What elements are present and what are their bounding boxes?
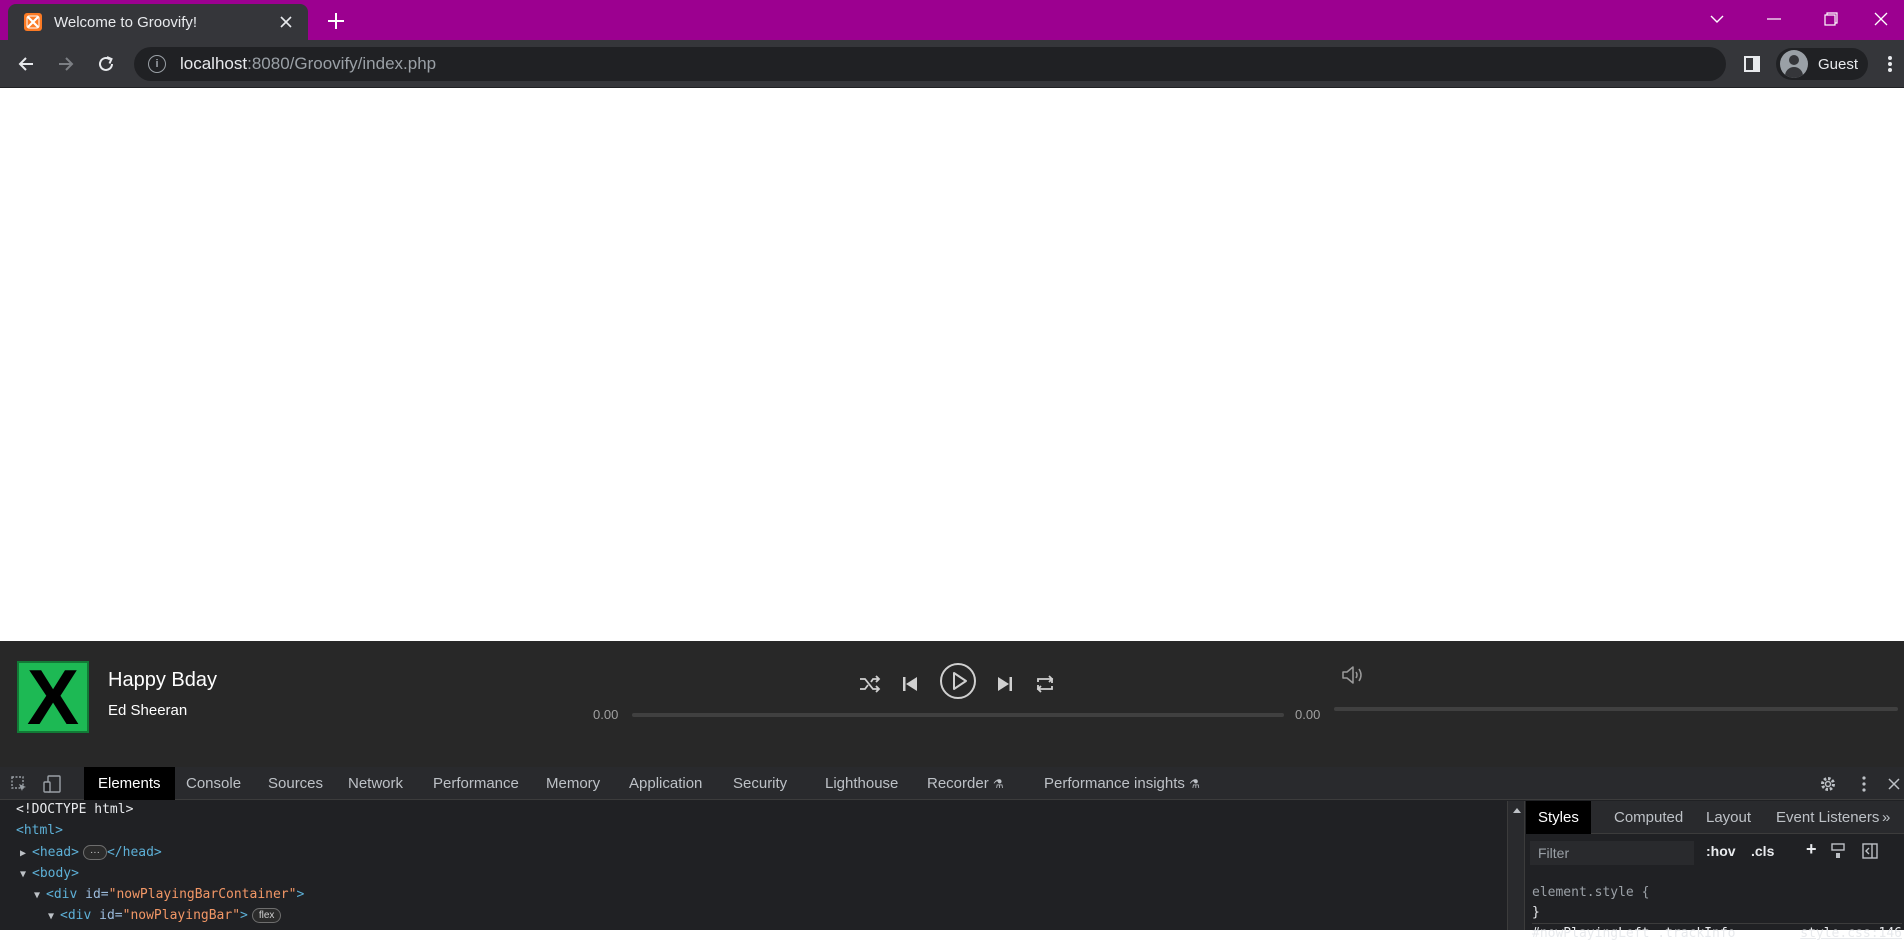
element-style-open[interactable]: element.style {	[1532, 885, 1649, 900]
paint-brush-icon[interactable]	[1830, 843, 1846, 862]
devtools-menu-icon[interactable]	[1853, 773, 1875, 795]
volume-bar[interactable]	[1334, 707, 1898, 711]
cls-toggle[interactable]: .cls	[1751, 843, 1774, 859]
avatar	[1780, 50, 1808, 78]
minimize-icon[interactable]	[1751, 4, 1797, 34]
previous-icon[interactable]	[897, 671, 923, 697]
current-time: 0.00	[593, 707, 619, 722]
collapse-triangle-icon[interactable]: ▼	[20, 869, 32, 880]
hov-toggle[interactable]: :hov	[1706, 843, 1736, 859]
page-content	[0, 88, 1904, 641]
dom-now-playing-bar[interactable]: ▼ <div id="nowPlayingBar"> flex	[48, 908, 282, 923]
device-toolbar-icon[interactable]	[41, 773, 63, 795]
profile-name: Guest	[1818, 55, 1859, 73]
css-rule-header[interactable]: #nowPlayingLeft .trackInfo style.css:146	[1532, 923, 1902, 941]
track-name[interactable]: Happy Bday	[108, 669, 217, 692]
browser-toolbar: i localhost:8080/Groovify/index.php Gues…	[0, 40, 1904, 88]
browser-tab[interactable]: Welcome to Groovify!	[8, 4, 308, 40]
new-tab-button[interactable]	[322, 8, 350, 36]
devtools-tab-bar: Elements Console Sources Network Perform…	[0, 767, 1904, 800]
restore-icon[interactable]	[1808, 4, 1854, 34]
close-devtools-icon[interactable]	[1883, 773, 1904, 795]
close-window-icon[interactable]	[1858, 4, 1904, 34]
dom-head[interactable]: ▶ <head> ··· </head>	[20, 845, 162, 860]
tab-network[interactable]: Network	[334, 767, 417, 800]
dom-html[interactable]: <html>	[16, 823, 63, 838]
tab-styles[interactable]: Styles	[1526, 801, 1591, 834]
devtools-panel: Elements Console Sources Network Perform…	[0, 767, 1904, 941]
next-icon[interactable]	[992, 671, 1018, 697]
css-rule-selector[interactable]: #nowPlayingLeft .trackInfo	[1532, 926, 1736, 941]
new-style-rule-icon[interactable]: +	[1806, 839, 1817, 860]
tab-event-listeners[interactable]: Event Listeners	[1764, 801, 1891, 834]
xampp-icon	[24, 13, 42, 31]
progress-bar[interactable]	[632, 713, 1284, 717]
tab-close-icon[interactable]	[276, 12, 296, 33]
tab-performance[interactable]: Performance	[419, 767, 533, 800]
repeat-icon[interactable]	[1032, 671, 1058, 697]
dom-doctype[interactable]: <!DOCTYPE html>	[16, 802, 133, 817]
flex-badge[interactable]: flex	[251, 908, 282, 923]
element-style-close: }	[1532, 905, 1540, 920]
tab-recorder[interactable]: Recorder ⚗	[913, 767, 1018, 800]
tab-application[interactable]: Application	[615, 767, 716, 800]
styles-filter-input[interactable]: Filter	[1530, 841, 1694, 865]
tab-sources[interactable]: Sources	[254, 767, 337, 800]
sidebar-tab-bar: Styles Computed Layout Event Listeners »	[1526, 801, 1904, 834]
more-tabs-icon[interactable]: »	[1876, 801, 1896, 834]
tab-elements[interactable]: Elements	[84, 767, 175, 800]
album-art[interactable]: X	[17, 658, 89, 736]
side-panel-icon[interactable]	[1738, 50, 1766, 78]
tab-lighthouse[interactable]: Lighthouse	[811, 767, 912, 800]
tab-memory[interactable]: Memory	[532, 767, 614, 800]
tab-console[interactable]: Console	[172, 767, 255, 800]
forward-icon[interactable]	[52, 50, 80, 78]
tab-title: Welcome to Groovify!	[54, 13, 198, 31]
tab-computed[interactable]: Computed	[1602, 801, 1695, 834]
dom-body[interactable]: ▼ <body>	[20, 866, 79, 881]
browser-title-bar: Welcome to Groovify!	[0, 0, 1904, 40]
play-button[interactable]	[938, 661, 978, 701]
tab-security[interactable]: Security	[719, 767, 801, 800]
flask-icon: ⚗	[992, 777, 1004, 791]
more-menu-icon[interactable]	[1876, 50, 1904, 78]
inspect-element-icon[interactable]	[8, 773, 30, 795]
collapse-triangle-icon[interactable]: ▼	[34, 890, 46, 901]
profile-button[interactable]: Guest	[1776, 48, 1869, 80]
back-icon[interactable]	[12, 50, 40, 78]
address-bar[interactable]: i localhost:8080/Groovify/index.php	[134, 47, 1726, 81]
total-time: 0.00	[1295, 707, 1321, 722]
styles-sidebar: Styles Computed Layout Event Listeners »…	[1526, 801, 1904, 941]
expand-triangle-icon[interactable]: ▶	[20, 848, 32, 859]
artist-name[interactable]: Ed Sheeran	[108, 702, 187, 719]
shuffle-icon[interactable]	[857, 671, 883, 697]
tab-search-icon[interactable]	[1694, 4, 1740, 34]
volume-icon[interactable]	[1340, 662, 1366, 688]
now-playing-bar: X Happy Bday Ed Sheeran 0.00 0.00	[0, 641, 1904, 767]
url-text: localhost:8080/Groovify/index.php	[180, 54, 437, 73]
tab-layout[interactable]: Layout	[1694, 801, 1763, 834]
settings-icon[interactable]	[1817, 773, 1839, 795]
reload-icon[interactable]	[92, 50, 120, 78]
toggle-sidebar-icon[interactable]	[1862, 843, 1878, 862]
dom-now-playing-bar-container[interactable]: ▼ <div id="nowPlayingBarContainer">	[34, 887, 304, 902]
flask-icon: ⚗	[1189, 777, 1200, 791]
site-info-icon[interactable]: i	[148, 55, 166, 73]
tab-performance-insights[interactable]: Performance insights ⚗	[1030, 767, 1214, 800]
devtools-scrollbar[interactable]	[1507, 801, 1525, 930]
css-rule-source-link[interactable]: style.css:146	[1800, 926, 1902, 941]
collapse-triangle-icon[interactable]: ▼	[48, 911, 60, 922]
